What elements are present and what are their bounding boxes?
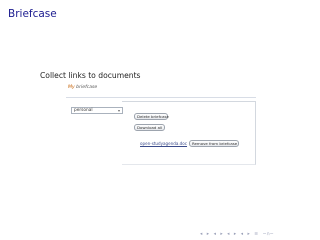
nav-subsection-right-icon[interactable]: ▸ — [234, 232, 236, 237]
briefcase-logo: My briefcase — [68, 85, 97, 90]
nav-section-left-icon[interactable]: ◂ — [214, 232, 216, 237]
remove-from-briefcase-button[interactable]: Remove from briefcase — [189, 140, 239, 147]
beamer-navigation: ◂ ▸ ◂ ▸ ◂ ▸ ◂ ▸ ≡ ∽∩∽ — [200, 232, 318, 238]
delete-briefcase-button[interactable]: Delete briefcase — [134, 113, 169, 120]
logo-suffix: briefcase — [76, 85, 98, 90]
briefcase-panel — [122, 101, 256, 165]
nav-left-icon[interactable]: ◂ — [200, 232, 202, 237]
nav-search-icon[interactable]: ∽∩∽ — [263, 232, 274, 237]
download-all-button[interactable]: Download all — [134, 124, 165, 131]
slide: Briefcase Collect links to documents My … — [0, 0, 320, 240]
slide-subtitle: Collect links to documents — [40, 71, 141, 80]
nav-menu-icon[interactable]: ≡ — [254, 232, 258, 237]
file-link[interactable]: open-studyagenda.doc — [140, 141, 187, 146]
briefcase-header: My briefcase — [66, 82, 256, 98]
briefcase-screenshot: My briefcase personal Delete briefcase D… — [66, 82, 256, 168]
frame-title: Briefcase — [8, 8, 57, 20]
nav-subsection-left-icon[interactable]: ◂ — [227, 232, 229, 237]
briefcase-dropdown[interactable]: personal — [71, 107, 123, 114]
dropdown-value: personal — [74, 108, 93, 113]
nav-frame-left-icon[interactable]: ◂ — [241, 232, 243, 237]
nav-frame-right-icon[interactable]: ▸ — [247, 232, 249, 237]
nav-right-icon[interactable]: ▸ — [207, 232, 209, 237]
logo-prefix: My — [68, 85, 75, 90]
chevron-down-icon — [118, 110, 120, 112]
nav-section-right-icon[interactable]: ▸ — [220, 232, 222, 237]
